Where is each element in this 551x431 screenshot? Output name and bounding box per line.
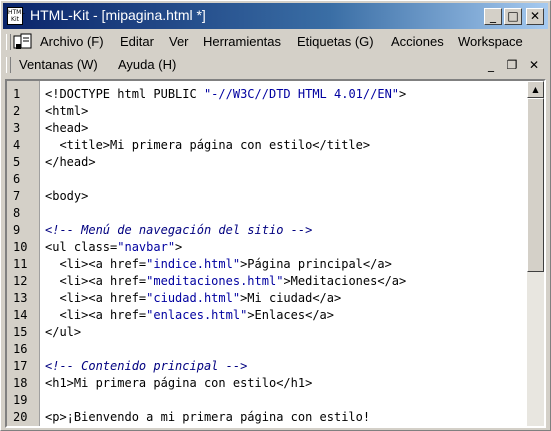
- menu-ver[interactable]: Ver: [169, 34, 189, 49]
- menu-grip-secondary[interactable]: [6, 57, 11, 73]
- code-line[interactable]: <title>Mi primera página con estilo</tit…: [45, 137, 370, 154]
- code-line[interactable]: <ul class="navbar">: [45, 239, 182, 256]
- code-line[interactable]: <li><a href="ciudad.html">Mi ciudad</a>: [45, 290, 341, 307]
- close-button[interactable]: ✕: [526, 8, 544, 25]
- scroll-up-arrow-icon[interactable]: ▲: [527, 81, 544, 98]
- minimize-button[interactable]: _: [484, 8, 502, 25]
- code-editor[interactable]: 1 <!DOCTYPE html PUBLIC "-//W3C//DTD HTML…: [5, 79, 546, 428]
- menu-etiquetas[interactable]: Etiquetas (G): [297, 34, 374, 49]
- line-number: 15: [13, 325, 28, 339]
- code-line[interactable]: <body>: [45, 188, 88, 205]
- menu-ayuda[interactable]: Ayuda (H): [118, 57, 176, 72]
- window-title: HTML-Kit - [mipagina.html *]: [30, 7, 206, 23]
- line-number: 8: [13, 206, 21, 220]
- code-line[interactable]: </ul>: [45, 324, 81, 341]
- menu-bar: Archivo (F) Editar Ver Herramientas Etiq…: [3, 31, 548, 53]
- line-number: 13: [13, 291, 28, 305]
- code-line[interactable]: <p>¡Bienvendo a mi primera página con es…: [45, 409, 370, 426]
- line-number: 6: [13, 172, 21, 186]
- menu-herramientas[interactable]: Herramientas: [203, 34, 281, 49]
- vertical-scrollbar[interactable]: ▲: [527, 81, 544, 426]
- menu-bar-secondary: Ventanas (W) Ayuda (H) _ ❐ ✕: [3, 54, 548, 76]
- line-number: 4: [13, 138, 21, 152]
- menu-ventanas[interactable]: Ventanas (W): [19, 57, 98, 72]
- line-number: 3: [13, 121, 21, 135]
- code-line[interactable]: <li><a href="enlaces.html">Enlaces</a>: [45, 307, 334, 324]
- menu-workspace[interactable]: Workspace: [458, 34, 523, 49]
- document-icon[interactable]: [13, 33, 33, 51]
- menu-editar[interactable]: Editar: [120, 34, 154, 49]
- line-number: 10: [13, 240, 28, 254]
- code-line[interactable]: <li><a href="indice.html">Página princip…: [45, 256, 391, 273]
- title-bar[interactable]: HTML Kit HTML-Kit - [mipagina.html *] _ …: [3, 3, 548, 29]
- line-number: 20: [13, 410, 28, 424]
- code-line[interactable]: <!-- Menú de navegación del sitio -->: [45, 222, 312, 239]
- html-kit-app-icon[interactable]: HTML Kit: [7, 7, 25, 25]
- maximize-button[interactable]: □: [504, 8, 522, 25]
- menu-grip[interactable]: [6, 34, 11, 50]
- line-number: 17: [13, 359, 28, 373]
- application-window: HTML Kit HTML-Kit - [mipagina.html *] _ …: [0, 0, 551, 431]
- document-close-button[interactable]: ✕: [526, 58, 542, 73]
- menu-archivo[interactable]: Archivo (F): [40, 34, 104, 49]
- line-number: 9: [13, 223, 21, 237]
- code-line[interactable]: <li><a href="meditaciones.html">Meditaci…: [45, 273, 406, 290]
- line-number: 2: [13, 104, 21, 118]
- line-number: 11: [13, 257, 28, 271]
- line-number: 19: [13, 393, 28, 407]
- scrollbar-thumb[interactable]: [527, 98, 544, 272]
- code-line[interactable]: <!DOCTYPE html PUBLIC "-//W3C//DTD HTML …: [45, 86, 406, 103]
- code-line[interactable]: </head>: [45, 154, 96, 171]
- line-number: 18: [13, 376, 28, 390]
- line-number: 14: [13, 308, 28, 322]
- code-line[interactable]: <html>: [45, 103, 88, 120]
- line-number: 5: [13, 155, 21, 169]
- code-line[interactable]: <h1>Mi primera página con estilo</h1>: [45, 375, 312, 392]
- line-number: 7: [13, 189, 21, 203]
- document-restore-button[interactable]: ❐: [504, 58, 520, 73]
- code-line[interactable]: <head>: [45, 120, 88, 137]
- document-minimize-button[interactable]: _: [483, 58, 499, 73]
- menu-acciones[interactable]: Acciones: [391, 34, 444, 49]
- code-line[interactable]: <!-- Contenido principal -->: [45, 358, 247, 375]
- line-number: 12: [13, 274, 28, 288]
- line-number: 1: [13, 87, 21, 101]
- line-number: 16: [13, 342, 28, 356]
